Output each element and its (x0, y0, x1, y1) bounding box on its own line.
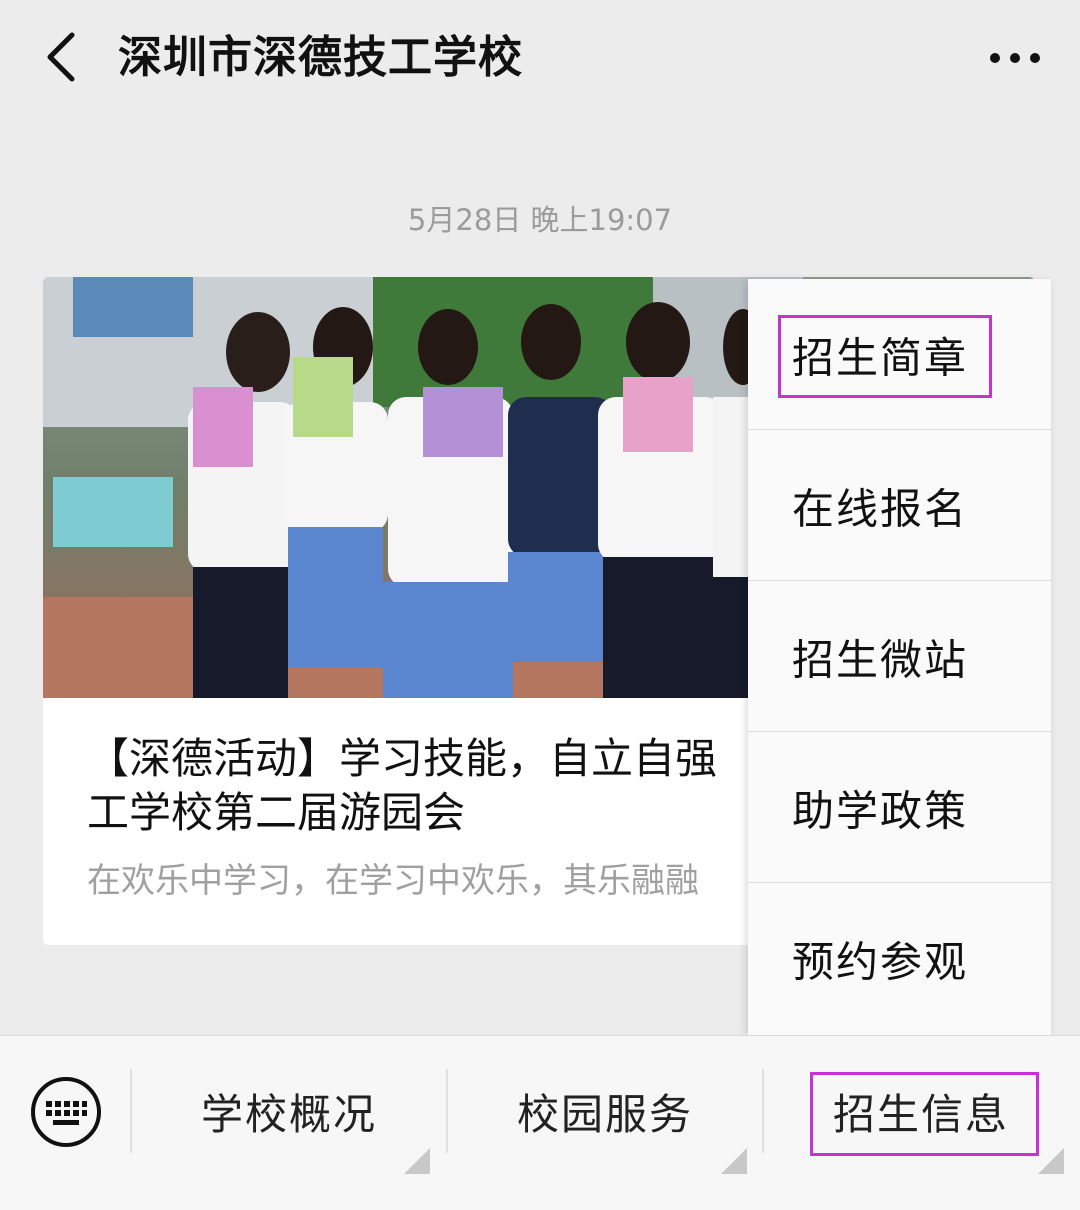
submenu-item-label: 招生微站 (792, 635, 969, 684)
menu-label: 学校概况 (200, 1089, 377, 1139)
submenu-indicator (721, 1148, 747, 1174)
admission-submenu: 招生简章 在线报名 招生微站 助学政策 预约参观 (748, 279, 1051, 1035)
submenu-item-label: 助学政策 (792, 786, 969, 835)
keyboard-toggle-button[interactable] (29, 1075, 103, 1149)
top-nav-bar: 深圳市深德技工学校 (0, 0, 1080, 118)
page-title: 深圳市深德技工学校 (118, 32, 523, 83)
menu-campus-services[interactable]: 校园服务 (448, 1061, 762, 1161)
chevron-left-icon (47, 32, 75, 82)
submenu-item-financial-aid[interactable]: 助学政策 (748, 732, 1051, 883)
keyboard-icon (31, 1077, 101, 1147)
submenu-item-book-visit[interactable]: 预约参观 (748, 883, 1051, 1034)
submenu-item-label: 招生简章 (792, 333, 969, 382)
submenu-item-label: 在线报名 (792, 484, 969, 533)
back-button[interactable] (30, 22, 94, 92)
submenu-item-online-registration[interactable]: 在线报名 (748, 430, 1051, 581)
more-button[interactable] (980, 30, 1050, 86)
submenu-indicator (1038, 1148, 1064, 1174)
submenu-item-label: 预约参观 (792, 937, 969, 986)
more-dots-icon (990, 53, 1040, 63)
submenu-item-admission-guide[interactable]: 招生简章 (748, 279, 1051, 430)
highlight-box (810, 1072, 1039, 1156)
submenu-indicator (404, 1148, 430, 1174)
menu-school-overview[interactable]: 学校概况 (132, 1061, 446, 1161)
menu-label: 校园服务 (516, 1089, 693, 1139)
bottom-menu-bar: 学校概况 校园服务 招生信息 (0, 1035, 1080, 1210)
message-timestamp: 5月28日 晚上19:07 (407, 203, 673, 237)
submenu-item-admission-microsite[interactable]: 招生微站 (748, 581, 1051, 732)
